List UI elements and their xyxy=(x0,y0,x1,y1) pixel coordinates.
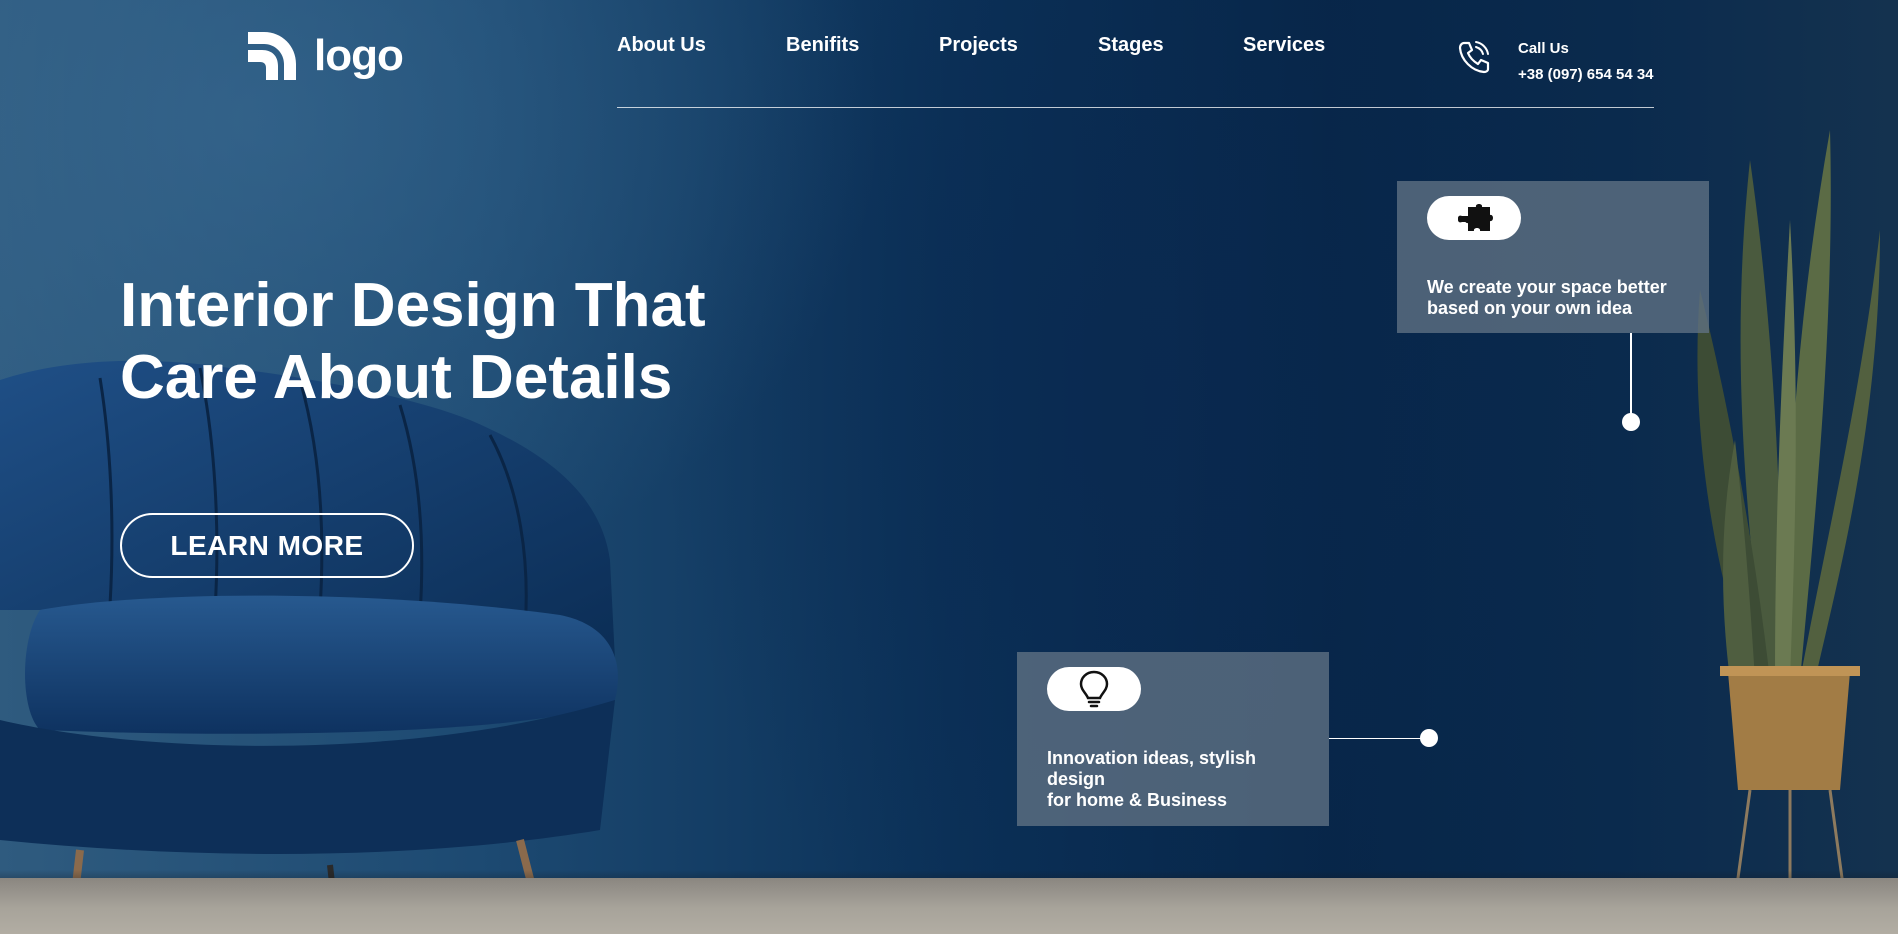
floor xyxy=(0,878,1898,937)
nav-stages[interactable]: Stages xyxy=(1098,34,1164,57)
headline-line-1: Interior Design That xyxy=(120,271,706,340)
nav-services[interactable]: Services xyxy=(1243,34,1325,57)
hero-background xyxy=(0,0,1898,937)
lightbulb-icon xyxy=(1079,670,1109,708)
card-icon-pill xyxy=(1047,667,1141,711)
nav-benifits[interactable]: Benifits xyxy=(786,34,859,57)
phone-icon[interactable] xyxy=(1457,39,1491,75)
card-text-idea: We create your space better based on you… xyxy=(1427,277,1667,318)
hero-headline: Interior Design That Care About Details xyxy=(120,270,820,414)
plant-image xyxy=(1697,130,1880,900)
learn-more-button[interactable]: LEARN MORE xyxy=(120,513,414,578)
feature-card-innovation: Innovation ideas, stylish design for hom… xyxy=(1017,652,1329,826)
hotspot-dot-2[interactable] xyxy=(1420,729,1438,747)
card-connector-2 xyxy=(1329,738,1429,739)
nav-about-us[interactable]: About Us xyxy=(617,34,706,57)
logo-text: logo xyxy=(314,31,404,80)
nav-projects[interactable]: Projects xyxy=(939,34,1018,57)
feature-card-idea: We create your space better based on you… xyxy=(1397,181,1709,333)
headline-line-2: Care About Details xyxy=(120,343,673,412)
main-nav: About Us Benifits Projects Stages Servic… xyxy=(617,34,1657,64)
phone-number[interactable]: +38 (097) 654 54 34 xyxy=(1518,66,1654,83)
call-us-label: Call Us xyxy=(1518,40,1569,57)
card-icon-pill xyxy=(1427,196,1521,240)
logo[interactable]: logo xyxy=(244,28,414,84)
card-connector-1 xyxy=(1630,333,1632,423)
logo-mark-icon xyxy=(248,32,296,80)
armchair-image xyxy=(0,360,618,937)
nav-divider xyxy=(617,107,1654,108)
card-text-innovation: Innovation ideas, stylish design for hom… xyxy=(1047,748,1257,810)
hotspot-dot-1[interactable] xyxy=(1622,413,1640,431)
puzzle-icon xyxy=(1458,204,1493,231)
